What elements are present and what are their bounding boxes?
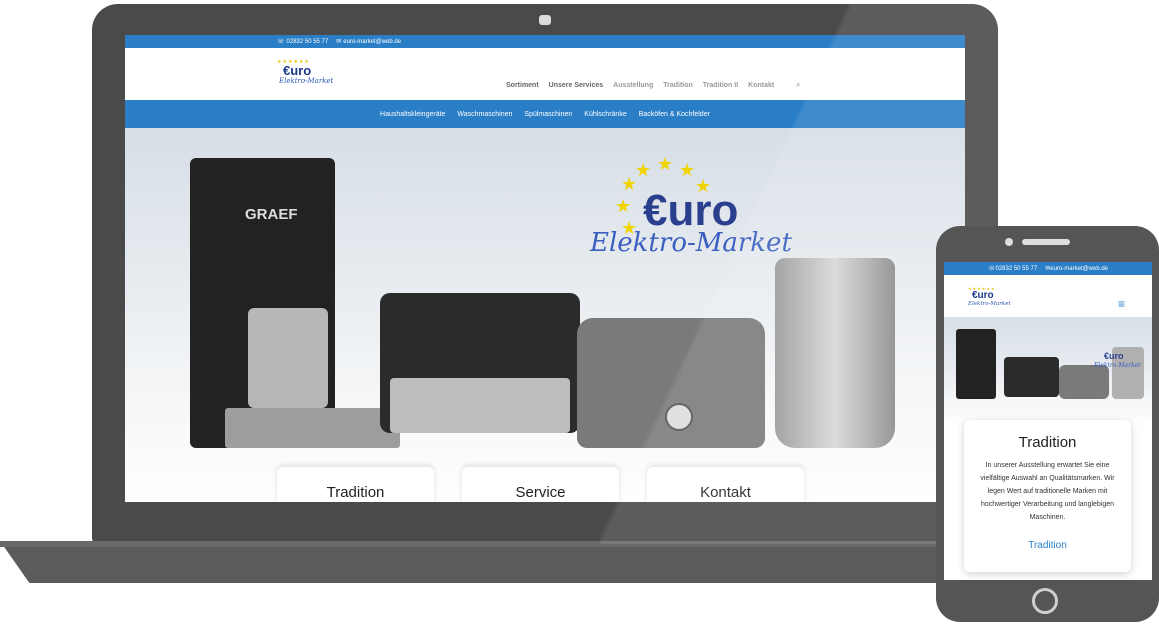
- mobile-topbar: ☏02832 50 55 77 ✉euro-market@web.de: [944, 262, 1152, 275]
- coffee-machine-image: GRAEF: [190, 158, 335, 448]
- toaster-base-image: [390, 378, 570, 433]
- category-nav: Haushaltskleingeräte Waschmaschinen Spül…: [125, 100, 965, 128]
- graef-brand-text: GRAEF: [245, 206, 298, 223]
- mobile-hero-logo-sub-text: Elektro-Market: [1094, 362, 1141, 369]
- email-contact[interactable]: ✉ euro-market@web.de: [336, 38, 401, 45]
- mobile-card-tradition: Tradition In unserer Ausstellung erwarte…: [964, 420, 1131, 572]
- egg-cooker-image: [1059, 365, 1109, 399]
- coffee-machine-image: [956, 329, 996, 399]
- laptop-base-edge: [0, 541, 980, 547]
- search-icon[interactable]: ⌕: [796, 80, 800, 90]
- nav-item-tradition-ii[interactable]: Tradition II: [703, 82, 738, 89]
- mobile-site-logo[interactable]: ★★★★★★ €uro Elektro-Market: [966, 286, 1016, 312]
- hero-image: GRAEF ★ ★ ★ ★ ★ ★ ★ €uro Elektro-Market: [125, 128, 965, 502]
- mail-icon: ✉: [336, 39, 342, 45]
- mobile-header: ★★★★★★ €uro Elektro-Market ≡: [944, 275, 1152, 317]
- category-haushaltskleingeraete[interactable]: Haushaltskleingeräte: [380, 111, 445, 118]
- mobile-email-contact[interactable]: ✉euro-market@web.de: [1045, 265, 1108, 272]
- nav-item-kontakt[interactable]: Kontakt: [748, 82, 774, 89]
- mobile-card-text: In unserer Ausstellung erwartet Sie eine…: [980, 462, 1115, 521]
- egg-cooker-dial-icon: [665, 403, 693, 431]
- coffee-machine-base-image: [225, 408, 400, 448]
- mobile-phone-contact[interactable]: ☏02832 50 55 77: [988, 265, 1037, 272]
- logo-sub-text: Elektro-Market: [968, 301, 1011, 307]
- logo-sub-text: Elektro-Market: [279, 77, 334, 85]
- phone-screen: ☏02832 50 55 77 ✉euro-market@web.de ★★★★…: [944, 262, 1152, 580]
- logo-main-text: €uro: [283, 63, 312, 78]
- category-backoefen[interactable]: Backöfen & Kochfelder: [639, 111, 710, 118]
- phone-camera: [1005, 238, 1013, 246]
- mobile-card-title: Tradition: [1018, 434, 1077, 451]
- category-waschmaschinen[interactable]: Waschmaschinen: [457, 111, 512, 118]
- mobile-hero-image: €uro Elektro-Market: [944, 317, 1152, 427]
- card-service[interactable]: Service: [462, 467, 619, 502]
- site-logo[interactable]: ★★★★★★ €uro Elektro-Market: [275, 59, 335, 89]
- nav-item-unsere-services[interactable]: Unsere Services: [549, 82, 603, 89]
- nav-item-ausstellung[interactable]: Ausstellung: [613, 82, 653, 89]
- card-kontakt[interactable]: Kontakt: [647, 467, 804, 502]
- laptop-camera: [539, 15, 551, 25]
- mobile-card-link[interactable]: Tradition: [964, 540, 1131, 551]
- feature-cards: Tradition Service Kontakt: [277, 467, 804, 502]
- phone-home-button[interactable]: [1032, 588, 1058, 614]
- phone-icon: ☏: [277, 39, 285, 45]
- mobile-hero-logo-main-text: €uro: [1104, 351, 1124, 361]
- kettle-image: [775, 258, 895, 448]
- hero-logo-sub-text: Elektro-Market: [590, 228, 792, 258]
- category-spuelmaschinen[interactable]: Spülmaschinen: [524, 111, 572, 118]
- main-nav: Sortiment Unsere Services Ausstellung Tr…: [506, 82, 774, 89]
- laptop-screen: ☏ 02832 50 55 77 ✉ euro-market@web.de ★★★★…: [125, 35, 965, 502]
- phone-speaker: [1022, 239, 1070, 245]
- card-tradition[interactable]: Tradition: [277, 467, 434, 502]
- category-kuehlschraenke[interactable]: Kühlschränke: [584, 111, 626, 118]
- desktop-header: ★★★★★★ €uro Elektro-Market Sortiment Uns…: [125, 48, 965, 100]
- logo-main-text: €uro: [972, 290, 994, 301]
- hamburger-menu-icon[interactable]: ≡: [1118, 298, 1125, 310]
- nav-item-sortiment[interactable]: Sortiment: [506, 82, 539, 89]
- phone-contact[interactable]: ☏ 02832 50 55 77: [277, 38, 328, 45]
- desktop-topbar: ☏ 02832 50 55 77 ✉ euro-market@web.de: [125, 35, 965, 48]
- toaster-image: [1004, 357, 1059, 397]
- laptop-base: [0, 541, 980, 583]
- nav-item-tradition[interactable]: Tradition: [663, 82, 693, 89]
